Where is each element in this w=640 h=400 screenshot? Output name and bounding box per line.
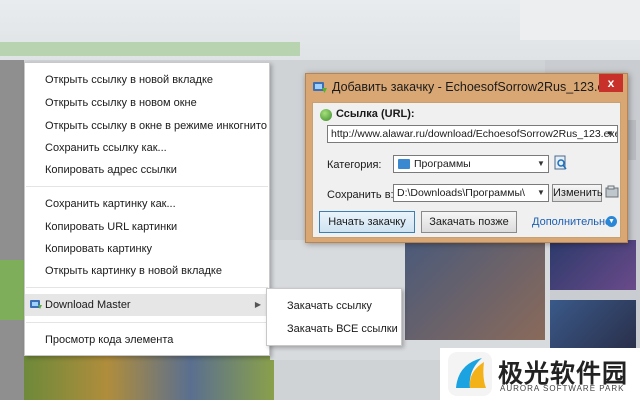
menu-separator bbox=[26, 186, 268, 187]
bg-header-right bbox=[520, 0, 640, 40]
chevron-down-icon[interactable]: ▼ bbox=[534, 185, 548, 201]
more-options-link[interactable]: Дополнительно bbox=[532, 216, 611, 228]
menu-copy-link-address[interactable]: Копировать адрес ссылки bbox=[25, 159, 269, 181]
download-master-icon bbox=[30, 300, 42, 309]
submenu-download-link[interactable]: Закачать ссылку bbox=[267, 295, 401, 317]
bg-left-column bbox=[0, 60, 24, 400]
close-icon: x bbox=[607, 76, 615, 90]
dialog-body: Ссылка (URL): http://www.alawar.ru/downl… bbox=[312, 102, 621, 238]
aurora-logo-icon bbox=[448, 352, 492, 396]
close-button[interactable]: x bbox=[599, 74, 623, 92]
chevron-down-icon[interactable]: ▼ bbox=[606, 216, 617, 227]
save-to-label: Сохранить в: bbox=[327, 189, 394, 201]
context-menu: Открыть ссылку в новой вкладке Открыть с… bbox=[24, 62, 270, 356]
download-master-icon bbox=[313, 82, 327, 93]
menu-inspect-element[interactable]: Просмотр кода элемента bbox=[25, 329, 269, 351]
menu-save-image-as[interactable]: Сохранить картинку как... bbox=[25, 193, 269, 215]
menu-separator bbox=[26, 322, 268, 323]
menu-download-master[interactable]: Download Master ▶ bbox=[25, 294, 269, 316]
url-combobox[interactable]: http://www.alawar.ru/download/EchoesofSo… bbox=[327, 125, 618, 143]
bg-green-block bbox=[0, 260, 24, 320]
folder-icon bbox=[398, 159, 410, 169]
menu-download-master-label: Download Master bbox=[45, 299, 131, 311]
start-download-button[interactable]: Начать закачку bbox=[319, 211, 415, 233]
watermark: 极光软件园 AURORA SOFTWARE PARK bbox=[440, 348, 640, 400]
menu-copy-image[interactable]: Копировать картинку bbox=[25, 238, 269, 260]
url-label: Ссылка (URL): bbox=[336, 108, 415, 120]
bg-bottom-thumbs bbox=[24, 350, 274, 400]
bg-tile bbox=[548, 300, 636, 348]
category-value: Программы bbox=[414, 158, 471, 170]
menu-open-link-incognito[interactable]: Открыть ссылку в окне в режиме инкогнито bbox=[25, 115, 269, 137]
submenu-download-all-links[interactable]: Закачать ВСЕ ссылки bbox=[267, 318, 401, 340]
url-value: http://www.alawar.ru/download/EchoesofSo… bbox=[331, 128, 618, 140]
bg-strip bbox=[0, 42, 300, 56]
download-master-submenu: Закачать ссылку Закачать ВСЕ ссылки bbox=[266, 288, 402, 346]
folder-open-icon[interactable] bbox=[605, 185, 619, 199]
chevron-down-icon[interactable]: ▼ bbox=[534, 156, 548, 172]
chevron-down-icon[interactable]: ▼ bbox=[603, 126, 617, 142]
change-folder-button[interactable]: Изменить bbox=[552, 184, 603, 202]
bg-image bbox=[405, 240, 545, 340]
menu-open-link-new-tab[interactable]: Открыть ссылку в новой вкладке bbox=[25, 69, 269, 91]
menu-open-link-new-window[interactable]: Открыть ссылку в новом окне bbox=[25, 92, 269, 114]
dialog-titlebar[interactable]: Добавить закачку - EchoesofSorrow2Rus_12… bbox=[306, 74, 629, 102]
menu-save-link-as[interactable]: Сохранить ссылку как... bbox=[25, 137, 269, 159]
add-download-dialog: Добавить закачку - EchoesofSorrow2Rus_12… bbox=[305, 73, 628, 243]
url-status-icon bbox=[320, 109, 332, 121]
category-select[interactable]: Программы ▼ bbox=[393, 155, 549, 173]
dialog-title: Добавить закачку - EchoesofSorrow2Rus_12… bbox=[332, 80, 618, 94]
menu-copy-image-url[interactable]: Копировать URL картинки bbox=[25, 216, 269, 238]
watermark-english: AURORA SOFTWARE PARK bbox=[500, 384, 625, 393]
save-path-combobox[interactable]: D:\Downloads\Программы\ ▼ bbox=[393, 184, 549, 202]
submenu-arrow-icon: ▶ bbox=[254, 300, 261, 309]
menu-open-image-new-tab[interactable]: Открыть картинку в новой вкладке bbox=[25, 260, 269, 282]
bg-tile bbox=[548, 240, 636, 290]
category-edit-icon[interactable] bbox=[554, 155, 568, 171]
menu-separator bbox=[26, 287, 268, 288]
category-label: Категория: bbox=[327, 159, 382, 171]
download-later-button[interactable]: Закачать позже bbox=[421, 211, 517, 233]
save-path-value: D:\Downloads\Программы\ bbox=[397, 187, 525, 199]
